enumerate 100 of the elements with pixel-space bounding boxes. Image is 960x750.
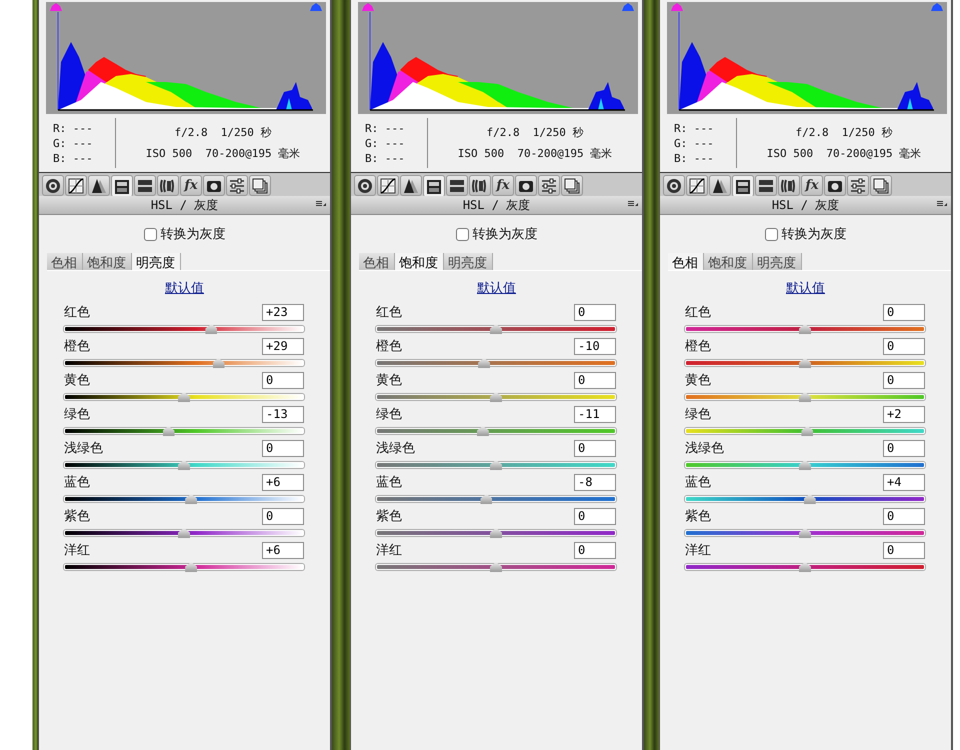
tool-tab[interactable]: [88, 175, 110, 196]
slider-thumb[interactable]: [490, 324, 502, 334]
slider-thumb[interactable]: [490, 528, 502, 538]
clipping-warning-icon[interactable]: [50, 3, 62, 11]
tool-tab[interactable]: [111, 175, 133, 197]
default-link[interactable]: 默认值: [477, 281, 516, 296]
value-field[interactable]: +6: [262, 474, 304, 490]
value-field[interactable]: -11: [574, 406, 616, 422]
value-field[interactable]: +4: [883, 474, 925, 490]
slider-thumb[interactable]: [178, 460, 190, 470]
tool-tab[interactable]: [870, 175, 892, 196]
menu-icon[interactable]: [316, 201, 326, 207]
tab[interactable]: 明亮度: [753, 253, 802, 270]
value-field[interactable]: 0: [574, 304, 616, 320]
tab[interactable]: 色相: [668, 253, 704, 270]
value-field[interactable]: -13: [262, 406, 304, 422]
slider-thumb[interactable]: [804, 494, 816, 504]
value-field[interactable]: 0: [883, 542, 925, 558]
slider-thumb[interactable]: [490, 392, 502, 402]
tool-tab[interactable]: fx: [180, 175, 202, 196]
value-field[interactable]: 0: [262, 372, 304, 388]
value-field[interactable]: 0: [883, 304, 925, 320]
menu-icon[interactable]: [628, 201, 638, 207]
tool-tab[interactable]: fx: [801, 175, 823, 196]
value-field[interactable]: 0: [574, 542, 616, 558]
value-field[interactable]: 0: [262, 440, 304, 456]
tool-tab[interactable]: [538, 175, 560, 196]
slider-thumb[interactable]: [799, 324, 811, 334]
value-field[interactable]: +23: [262, 304, 304, 320]
tool-tab[interactable]: [203, 175, 225, 196]
grayscale-checkbox[interactable]: [144, 228, 156, 240]
value-field[interactable]: 0: [883, 338, 925, 354]
clipping-warning-icon[interactable]: [931, 3, 943, 11]
tool-tab[interactable]: [469, 175, 491, 196]
grayscale-checkbox[interactable]: [456, 228, 468, 240]
slider-thumb[interactable]: [490, 460, 502, 470]
tool-tab[interactable]: [824, 175, 846, 196]
tool-tab[interactable]: [134, 175, 156, 196]
tool-tab[interactable]: [778, 175, 800, 196]
slider-thumb[interactable]: [178, 528, 190, 538]
slider-thumb[interactable]: [799, 392, 811, 402]
slider-thumb[interactable]: [178, 392, 190, 402]
slider-thumb[interactable]: [490, 562, 502, 572]
value-field[interactable]: 0: [574, 508, 616, 524]
tool-tab[interactable]: [249, 175, 271, 196]
slider-thumb[interactable]: [801, 426, 814, 436]
slider-thumb[interactable]: [205, 324, 218, 334]
default-link[interactable]: 默认值: [165, 281, 204, 296]
tool-tab[interactable]: [663, 175, 685, 196]
value-field[interactable]: 0: [574, 440, 616, 456]
value-field[interactable]: +29: [262, 338, 304, 354]
menu-icon[interactable]: [937, 201, 947, 207]
slider-thumb[interactable]: [799, 358, 811, 368]
tab[interactable]: 饱和度: [395, 253, 444, 270]
clipping-warning-icon[interactable]: [671, 3, 683, 11]
slider-thumb[interactable]: [476, 426, 489, 436]
tab[interactable]: 明亮度: [132, 253, 181, 270]
tool-tab[interactable]: [226, 175, 248, 196]
value-field[interactable]: 0: [262, 508, 304, 524]
slider-thumb[interactable]: [185, 494, 198, 504]
value-field[interactable]: +2: [883, 406, 925, 422]
clipping-warning-icon[interactable]: [310, 3, 322, 11]
slider-thumb[interactable]: [478, 358, 490, 368]
slider-thumb[interactable]: [480, 494, 492, 504]
tab[interactable]: 色相: [359, 253, 395, 270]
tool-tab[interactable]: [755, 175, 777, 196]
value-field[interactable]: 0: [883, 508, 925, 524]
value-field[interactable]: 0: [883, 372, 925, 388]
tool-tab[interactable]: [354, 175, 376, 196]
tool-tab[interactable]: [446, 175, 468, 196]
tab[interactable]: 饱和度: [704, 253, 753, 270]
slider-thumb[interactable]: [185, 562, 198, 572]
value-field[interactable]: 0: [574, 372, 616, 388]
clipping-warning-icon[interactable]: [622, 3, 634, 11]
grayscale-checkbox[interactable]: [764, 228, 778, 240]
tool-tab[interactable]: [423, 175, 445, 197]
tool-tab[interactable]: [157, 175, 179, 196]
tool-tab[interactable]: [65, 175, 87, 196]
tab[interactable]: 明亮度: [444, 253, 493, 270]
tool-tab[interactable]: [709, 175, 731, 196]
tool-tab[interactable]: [377, 175, 399, 196]
value-field[interactable]: -10: [574, 338, 616, 354]
slider-thumb[interactable]: [799, 460, 811, 470]
tool-tab[interactable]: [686, 175, 708, 196]
tab[interactable]: 色相: [47, 253, 83, 270]
tool-tab[interactable]: [732, 175, 754, 197]
slider-thumb[interactable]: [212, 358, 224, 368]
slider-thumb[interactable]: [799, 528, 811, 538]
value-field[interactable]: -8: [574, 474, 616, 490]
tool-tab[interactable]: [42, 175, 64, 196]
tool-tab[interactable]: [561, 175, 583, 196]
value-field[interactable]: +6: [262, 542, 304, 558]
tool-tab[interactable]: [515, 175, 537, 196]
tab[interactable]: 饱和度: [83, 253, 132, 270]
tool-tab[interactable]: [400, 175, 422, 196]
value-field[interactable]: 0: [883, 440, 925, 456]
tool-tab[interactable]: fx: [492, 175, 514, 196]
clipping-warning-icon[interactable]: [362, 3, 374, 11]
slider-thumb[interactable]: [799, 562, 811, 572]
default-link[interactable]: 默认值: [786, 281, 825, 296]
